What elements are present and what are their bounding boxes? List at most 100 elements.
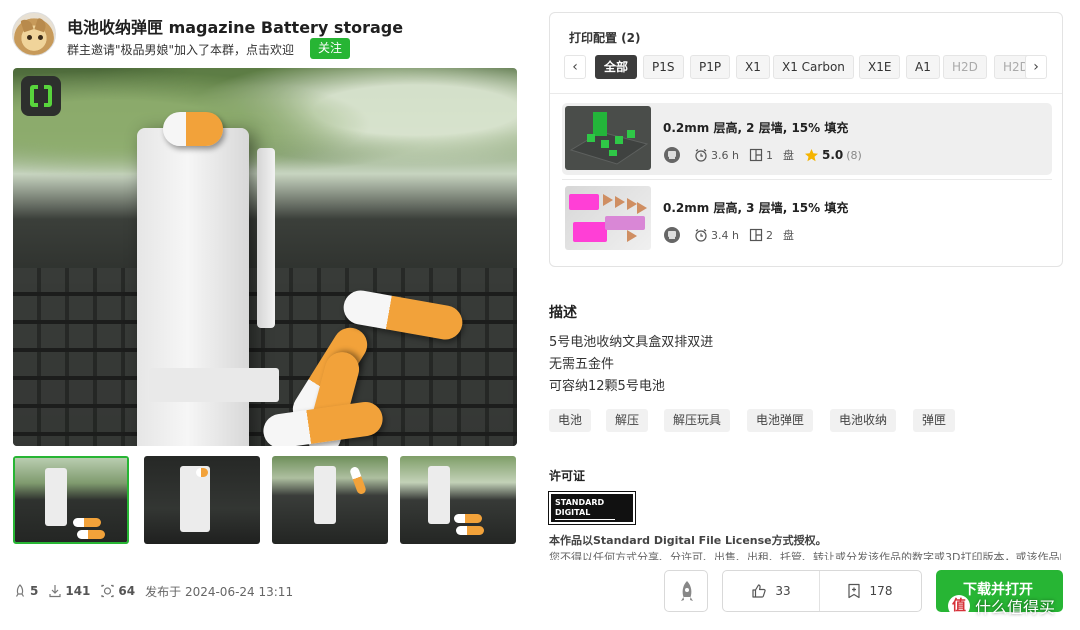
plate-icon [749,228,763,242]
boost-stat: 5 [13,584,38,598]
profile-2-thumbnail [565,186,651,250]
print-time: 3.4 h [694,228,739,242]
filter-chip-p1p[interactable]: P1P [690,55,731,79]
battery-case-slot [257,148,275,328]
divider [819,571,820,611]
author-avatar[interactable] [12,12,56,56]
print-profile-1[interactable]: 0.2mm 层高, 2 层墙, 15% 填充 3.6 h 1 盘 5.0 (8) [562,103,1052,175]
like-collect-group: 33 178 [722,570,922,612]
star-icon [804,148,818,161]
print-profile-2[interactable]: 0.2mm 层高, 3 层墙, 15% 填充 3.4 h 2 盘 [562,183,1052,255]
follow-button[interactable]: 关注 [310,38,351,59]
thumbnail-battery [456,526,484,535]
like-count: 33 [775,584,791,598]
watermark-text: 什么值得买 [975,598,1056,617]
license-heading: 许可证 [549,469,586,483]
avatar-eye [38,35,43,40]
profile-1-thumbnail [565,106,651,170]
profile-1-meta: 3.6 h 1 盘 5.0 (8) [663,146,872,164]
filter-chip-x1[interactable]: X1 [736,55,770,79]
rocket-icon [15,584,25,597]
download-stat: 141 [48,584,90,598]
thumbnail-battery [196,468,208,477]
print-time-value: 3.6 h [711,148,739,162]
plate-count-value: 2 [765,228,773,242]
print-stat: 64 [100,584,135,598]
thumbnail-case [45,468,67,526]
thumbnail-3[interactable] [272,456,388,544]
thumbnail-4[interactable] [400,456,516,544]
logo-glyph [30,85,52,107]
printer-filter-row: ‹ 全部 P1S P1P X1 X1 Carbon X1E A1 H2D H2D… [564,55,1050,81]
thumbnail-battery [73,518,101,527]
publish-date: 发布于 2024-06-24 13:11 [145,584,294,599]
site-watermark: 值 什么值得买 [948,594,1055,618]
tag-item[interactable]: 解压玩具 [664,409,731,432]
boost-count: 5 [30,584,39,598]
print-count: 64 [118,584,136,598]
plate-unit: 盘 [782,149,794,162]
avatar-ear [34,17,48,33]
main-preview-image[interactable] [13,68,517,446]
model-stats: 5 141 64 发布于 2024-06-24 13:11 [13,582,303,600]
description-line-3: 可容纳12颗5号电池 [549,379,665,394]
divider [562,179,1052,180]
print-time-value: 3.4 h [711,228,739,242]
thumbnail-1[interactable] [13,456,129,544]
maker-logo-icon [21,76,61,116]
chevron-left-icon[interactable]: ‹ [564,55,586,79]
plate-preview-image [569,112,649,165]
tag-item[interactable]: 电池 [549,409,592,432]
battery-case-base [149,368,279,402]
thumbnail-battery [77,530,105,539]
tag-item[interactable]: 电池弹匣 [747,409,814,432]
part-preview-image [569,194,647,242]
printer-avatar-icon [664,227,680,243]
thumbnail-2[interactable] [144,456,260,544]
rocket-icon [681,581,693,601]
download-icon [49,585,61,598]
plate-icon [749,148,763,162]
filter-chip-p1s[interactable]: P1S [643,55,684,79]
download-count: 141 [65,584,91,598]
boost-button[interactable] [664,570,708,612]
tag-item[interactable]: 解压 [606,409,649,432]
divider [550,93,1062,94]
license-badge[interactable]: STANDARD DIGITAL FILE LICENSE [548,491,636,530]
filter-chip-x1-carbon[interactable]: X1 Carbon [773,55,854,79]
tag-item[interactable]: 弹匣 [913,409,956,432]
battery [163,112,223,146]
printer-avatar [663,226,684,244]
filter-chip-all[interactable]: 全部 [595,55,638,79]
profile-2-name: 0.2mm 层高, 3 层墙, 15% 填充 [663,201,849,215]
plate-count: 1 [749,148,773,162]
alarm-clock-icon [695,229,707,242]
profile-1-name: 0.2mm 层高, 2 层墙, 15% 填充 [663,121,849,135]
license-badge-line-2: FILE LICENSE [555,521,615,530]
thumbs-up-icon [752,584,767,598]
profile-2-meta: 3.4 h 2 盘 [663,226,804,244]
tag-item[interactable]: 电池收纳 [830,409,897,432]
filter-chip-x1e[interactable]: X1E [859,55,901,79]
license-badge-bar [555,519,615,520]
profile-rating: 5.0 (8) [804,148,862,163]
thumbnail-strip [13,456,517,546]
plate-unit: 盘 [782,229,794,242]
thumbnail-case [314,466,336,524]
model-title: 电池收纳弹匣 magazine Battery storage [67,18,404,37]
plate-count-value: 1 [765,148,773,162]
like-button[interactable]: 33 [723,571,819,611]
plate-count: 2 [749,228,773,242]
collect-button[interactable]: 178 [821,571,917,611]
avatar-ear [20,17,34,33]
printer-avatar-icon [664,147,680,163]
chevron-right-icon[interactable]: › [1025,55,1047,79]
description-heading: 描述 [549,305,577,321]
filter-chip-h2d[interactable]: H2D [943,55,987,79]
print-time: 3.6 h [694,148,739,162]
rating-value: 5.0 [821,148,844,162]
filter-chip-a1[interactable]: A1 [906,55,940,79]
bookmark-add-icon [847,583,860,599]
print-count-icon [101,584,115,598]
print-profile-panel: 打印配置 (2) ‹ 全部 P1S P1P X1 X1 Carbon X1E A… [549,12,1063,267]
